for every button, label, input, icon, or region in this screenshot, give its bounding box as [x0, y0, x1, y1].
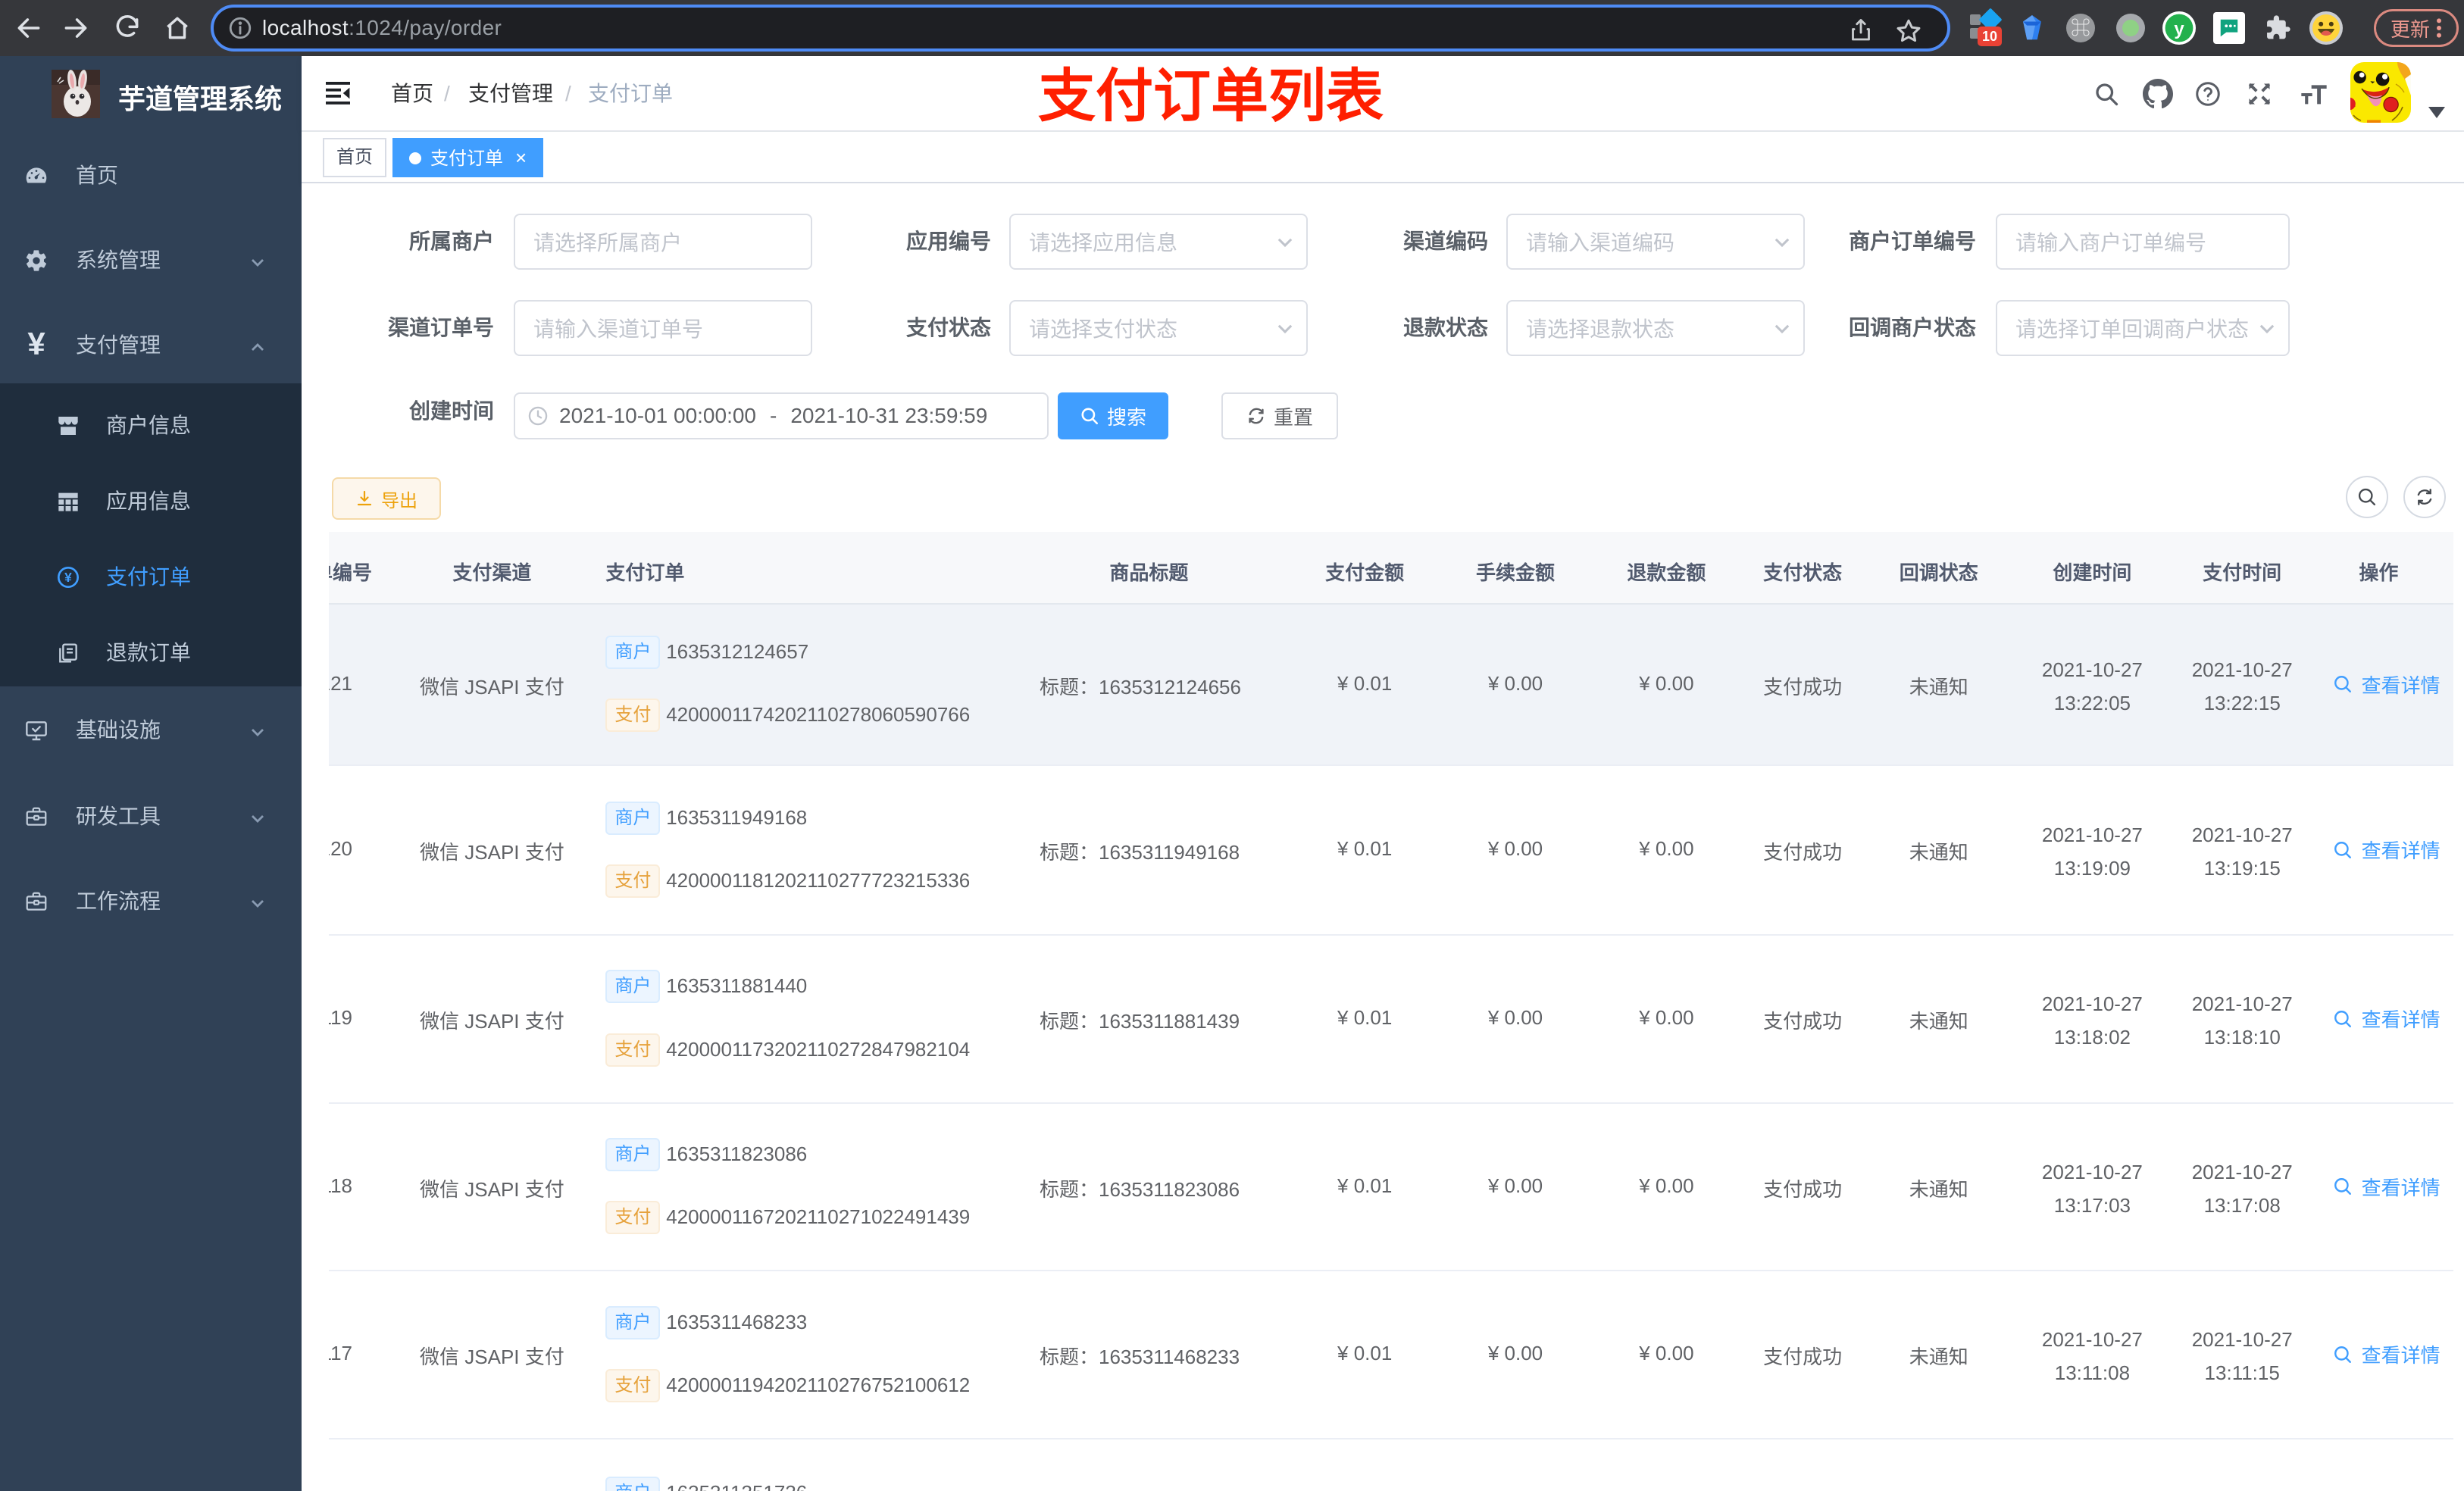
svg-text:y: y	[2174, 19, 2184, 39]
svg-text:¥: ¥	[64, 570, 72, 585]
svg-text:⌘: ⌘	[2071, 17, 2090, 39]
